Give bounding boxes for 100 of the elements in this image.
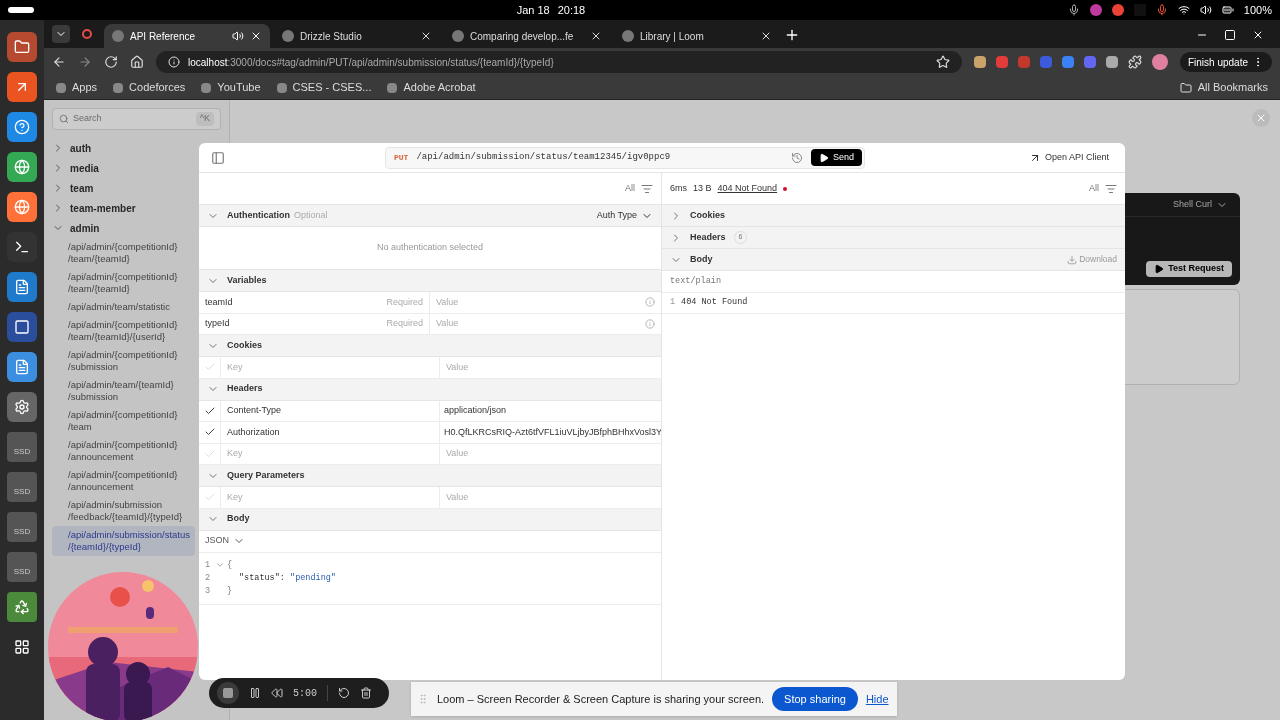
app-icon[interactable] <box>7 312 37 342</box>
extension-icon[interactable] <box>1083 56 1096 68</box>
sidebar-item[interactable]: /api/admin/team/statistic <box>52 298 195 316</box>
section-header[interactable]: Body <box>199 508 661 531</box>
browser-tab[interactable]: Drizzle Studio <box>274 24 440 48</box>
browser-tab[interactable]: API Reference <box>104 24 270 48</box>
terminal-icon[interactable] <box>7 232 37 262</box>
section-header[interactable]: Cookies <box>199 335 661 357</box>
close-icon[interactable] <box>760 30 772 42</box>
code-editor-icon[interactable] <box>7 272 37 302</box>
restart-icon[interactable] <box>338 687 350 699</box>
section-header[interactable]: Query Parameters <box>199 465 661 487</box>
text-editor-icon[interactable] <box>7 352 37 382</box>
bookmark[interactable]: YouTube <box>201 79 261 96</box>
sidebar-item[interactable]: /api/admin/submission/status/{teamId}/{typeId} <box>52 526 195 556</box>
browser-icon[interactable] <box>7 152 37 182</box>
sidebar-item[interactable]: /api/admin/{competitionId}/submission <box>52 346 195 376</box>
sidebar-item[interactable]: /api/admin/submission/feedback/{teamId}/{typeId} <box>52 496 195 526</box>
extensions-icon[interactable] <box>1127 55 1142 69</box>
help-icon[interactable] <box>7 112 37 142</box>
extension-icon[interactable] <box>1105 56 1118 68</box>
test-request-button[interactable]: Test Request <box>1146 261 1232 277</box>
profile-avatar[interactable] <box>1151 54 1168 70</box>
tab-search-button[interactable] <box>52 25 70 43</box>
stop-button[interactable] <box>217 682 239 704</box>
browser-tab[interactable]: Library | Loom <box>614 24 780 48</box>
address-bar[interactable]: localhost:3000/docs#tag/admin/PUT/api/admin/submission/status/{teamId}/{typeId} <box>156 51 962 73</box>
method-label: PUT <box>393 151 409 164</box>
bookmark-star-icon[interactable] <box>935 55 950 69</box>
section-header[interactable]: Cookies <box>662 205 1125 227</box>
finish-update-button[interactable]: Finish update <box>1179 52 1272 72</box>
format-select[interactable]: JSON <box>205 534 245 548</box>
hide-link[interactable]: Hide <box>865 690 889 708</box>
browser-tab[interactable]: Comparing develop...fe <box>444 24 610 48</box>
sidebar-item[interactable]: /api/admin/{competitionId}/team/{teamId} <box>52 268 195 298</box>
filter-icon[interactable] <box>1105 182 1117 195</box>
recording-timer: 5:00 <box>293 686 317 701</box>
sidebar-group[interactable]: media <box>52 158 221 178</box>
date[interactable]: Jan 18 <box>516 1 550 19</box>
header-value[interactable]: application/json <box>444 404 507 418</box>
new-tab-icon[interactable] <box>784 27 800 43</box>
send-button[interactable]: Send <box>810 149 862 166</box>
sidebar-group[interactable]: auth <box>52 138 221 158</box>
extension-icon[interactable] <box>995 56 1008 68</box>
sidebar-item[interactable]: /api/admin/{competitionId}/team <box>52 406 195 436</box>
close-icon[interactable] <box>1252 29 1264 41</box>
open-api-client-button[interactable]: Open API Client <box>1024 147 1113 168</box>
browser-icon[interactable] <box>7 192 37 222</box>
language-select[interactable]: Shell Curl <box>1173 197 1228 212</box>
bookmark[interactable]: Apps <box>56 79 98 96</box>
search-field[interactable]: Search ^K <box>52 108 221 130</box>
stop-sharing-button[interactable]: Stop sharing <box>772 687 858 711</box>
drive-icon[interactable]: SSD <box>7 472 37 502</box>
history-icon[interactable] <box>790 151 803 164</box>
sidebar-item[interactable]: /api/admin/{competitionId}/team/{teamId}/{userId} <box>52 316 195 346</box>
maximize-icon[interactable] <box>1224 29 1236 41</box>
drive-icon[interactable]: SSD <box>7 512 37 542</box>
folder-icon[interactable] <box>7 32 37 62</box>
sidebar-toggle-icon[interactable] <box>211 150 225 165</box>
section-header[interactable]: Headers <box>199 378 661 401</box>
reload-icon[interactable] <box>104 55 118 69</box>
sidebar-group[interactable]: team <box>52 178 221 198</box>
section-header[interactable]: Body Download <box>662 249 1125 271</box>
delete-icon[interactable] <box>360 687 372 699</box>
sidebar-item[interactable]: /api/admin/{competitionId}/team/{teamId} <box>52 238 195 268</box>
extension-icon[interactable] <box>973 56 986 68</box>
section-header[interactable]: Authentication Optional Auth Type <box>199 205 661 227</box>
settings-icon[interactable] <box>7 392 37 422</box>
close-icon[interactable] <box>420 30 432 42</box>
tray-icon <box>1089 4 1102 16</box>
pause-icon[interactable] <box>249 687 261 699</box>
sidebar-item[interactable]: /api/admin/{competitionId}/announcement <box>52 466 195 496</box>
clock[interactable]: 20:18 <box>557 1 586 19</box>
settings-glyph-icon <box>14 399 30 415</box>
sidebar-item[interactable]: /api/admin/team/{teamId}/submission <box>52 376 195 406</box>
bookmark[interactable]: Adobe Acrobat <box>387 79 476 96</box>
rewind-icon[interactable] <box>271 687 283 699</box>
extension-icon[interactable] <box>1061 56 1074 68</box>
sidebar-item[interactable]: /api/admin/{competitionId}/announcement <box>52 436 195 466</box>
drive-icon[interactable]: SSD <box>7 432 37 462</box>
filter-select[interactable]: All <box>625 181 635 196</box>
trash-icon[interactable] <box>7 592 37 622</box>
url-field[interactable]: PUT /api/admin/submission/status/team12345/igv0ppc9 Send <box>384 146 865 169</box>
auth-type-select[interactable]: Auth Type <box>596 208 653 223</box>
forward-icon[interactable] <box>78 55 92 69</box>
filter-select[interactable]: All <box>1089 181 1099 196</box>
close-icon[interactable] <box>250 30 262 42</box>
activities-indicator[interactable] <box>8 7 34 13</box>
status-text[interactable]: 404 Not Found <box>717 181 778 196</box>
home-icon[interactable] <box>130 55 144 69</box>
back-icon[interactable] <box>52 55 66 69</box>
all-bookmarks[interactable]: All Bookmarks <box>1179 79 1268 96</box>
filter-icon[interactable] <box>641 182 653 195</box>
bookmark[interactable]: Codeforces <box>113 79 186 96</box>
close-icon[interactable] <box>590 30 602 42</box>
section-header[interactable]: Variables <box>199 270 661 292</box>
header-value[interactable]: H0.QfLKRCsRIQ-Azt6tfVFL1iuVLjbyJBfphBHhxVosl3Y <box>444 425 661 439</box>
drag-handle-icon[interactable] <box>417 693 429 705</box>
drive-icon[interactable]: SSD <box>7 552 37 582</box>
bookmark[interactable]: CSES - CSES... <box>276 79 372 96</box>
